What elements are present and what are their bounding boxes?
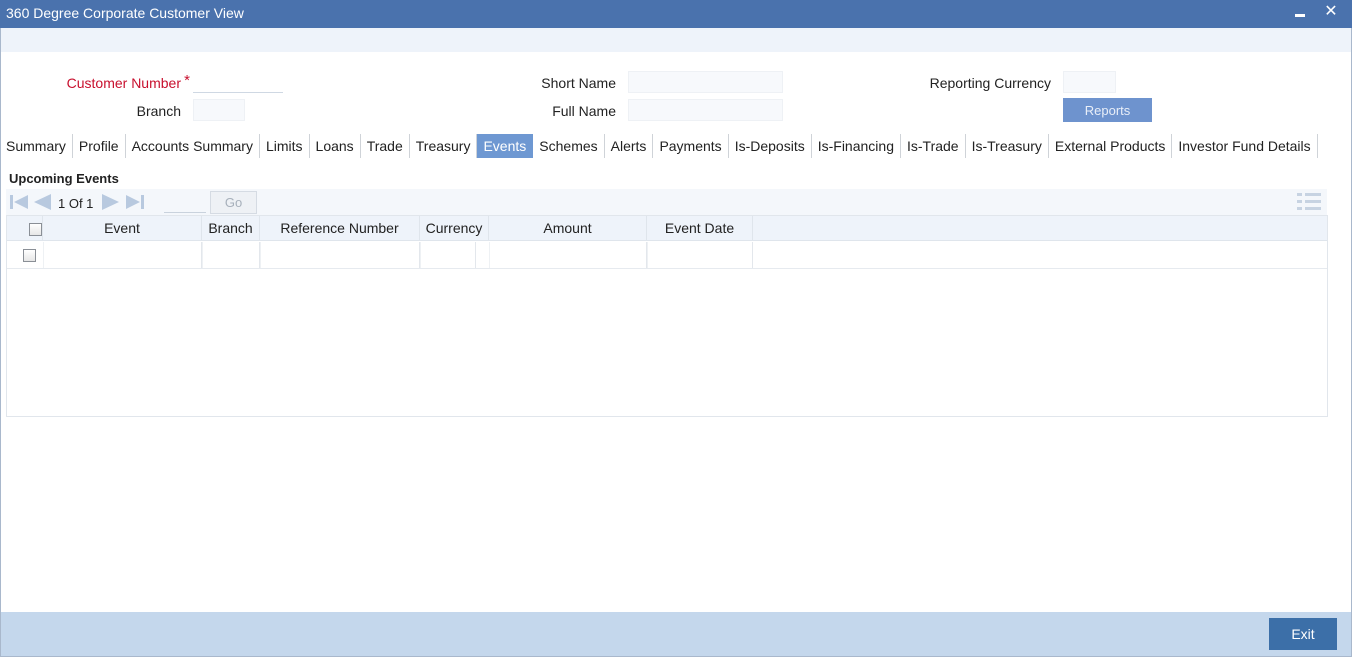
- tab-is-financing[interactable]: Is-Financing: [812, 134, 901, 158]
- grid-header: Event Branch Reference Number Currency A…: [7, 216, 1327, 241]
- close-icon: ✕: [1324, 3, 1338, 20]
- go-button[interactable]: Go: [210, 191, 257, 214]
- tab-profile[interactable]: Profile: [73, 134, 126, 158]
- tab-accounts-summary[interactable]: Accounts Summary: [126, 134, 260, 158]
- tab-bar: Summary Profile Accounts Summary Limits …: [0, 134, 1318, 158]
- event-date-cell[interactable]: [647, 242, 753, 268]
- customer-number-label-text: Customer Number: [66, 75, 181, 91]
- page-number-input[interactable]: [164, 192, 206, 213]
- row-checkbox[interactable]: [23, 249, 36, 262]
- last-page-icon[interactable]: [124, 193, 146, 211]
- minimize-button[interactable]: [1290, 2, 1310, 22]
- tab-is-deposits[interactable]: Is-Deposits: [729, 134, 812, 158]
- tab-limits[interactable]: Limits: [260, 134, 310, 158]
- event-cell[interactable]: [43, 242, 202, 268]
- pager: 1 Of 1 Go: [6, 189, 1327, 215]
- first-page-icon[interactable]: [8, 193, 30, 211]
- previous-page-icon[interactable]: [31, 193, 53, 211]
- page-indicator: 1 Of 1: [58, 196, 94, 211]
- close-button[interactable]: ✕: [1321, 2, 1341, 22]
- tab-trade[interactable]: Trade: [361, 134, 410, 158]
- tab-schemes[interactable]: Schemes: [533, 134, 605, 158]
- col-header-branch[interactable]: Branch: [202, 216, 260, 240]
- tab-external-products[interactable]: External Products: [1049, 134, 1173, 158]
- tab-summary[interactable]: Summary: [0, 134, 73, 158]
- exit-button[interactable]: Exit: [1269, 618, 1337, 650]
- list-view-icon[interactable]: [1296, 192, 1322, 212]
- currency-cell[interactable]: [420, 242, 476, 268]
- tab-investor-fund-details[interactable]: Investor Fund Details: [1172, 134, 1318, 158]
- full-name-input[interactable]: [628, 99, 783, 121]
- short-name-input[interactable]: [628, 71, 783, 93]
- short-name-label: Short Name: [541, 75, 616, 91]
- customer-number-label: Customer Number *: [60, 72, 190, 91]
- header-select-cell: [7, 216, 43, 240]
- col-header-event-date[interactable]: Event Date: [647, 216, 753, 240]
- full-name-label: Full Name: [552, 103, 616, 119]
- amount-cell[interactable]: [489, 242, 647, 268]
- tab-payments[interactable]: Payments: [653, 134, 729, 158]
- reference-number-cell[interactable]: [260, 242, 420, 268]
- tab-is-treasury[interactable]: Is-Treasury: [966, 134, 1049, 158]
- tab-loans[interactable]: Loans: [310, 134, 361, 158]
- col-header-event[interactable]: Event: [43, 216, 202, 240]
- branch-input[interactable]: [193, 99, 245, 121]
- table-row: [7, 241, 1327, 269]
- col-header-currency[interactable]: Currency: [420, 216, 489, 240]
- events-grid: Event Branch Reference Number Currency A…: [6, 215, 1328, 417]
- footer-bar: Exit: [1, 612, 1351, 656]
- minimize-icon: [1295, 14, 1305, 17]
- col-header-reference-number[interactable]: Reference Number: [260, 216, 420, 240]
- tab-is-trade[interactable]: Is-Trade: [901, 134, 966, 158]
- select-all-checkbox[interactable]: [29, 223, 42, 236]
- branch-label: Branch: [136, 103, 181, 119]
- branch-cell[interactable]: [202, 242, 260, 268]
- section-title: Upcoming Events: [9, 171, 119, 186]
- tab-treasury[interactable]: Treasury: [410, 134, 478, 158]
- reporting-currency-input[interactable]: [1063, 71, 1116, 93]
- tab-alerts[interactable]: Alerts: [605, 134, 654, 158]
- reporting-currency-label: Reporting Currency: [929, 75, 1051, 91]
- col-header-amount[interactable]: Amount: [489, 216, 647, 240]
- reports-button[interactable]: Reports: [1063, 98, 1152, 122]
- next-page-icon[interactable]: [100, 193, 122, 211]
- toolbar-strip: [1, 28, 1351, 52]
- title-bar: 360 Degree Corporate Customer View ✕: [0, 0, 1352, 28]
- required-mark: *: [184, 72, 190, 89]
- customer-number-input[interactable]: [193, 71, 283, 93]
- window-title: 360 Degree Corporate Customer View: [6, 5, 244, 21]
- tab-events[interactable]: Events: [477, 134, 534, 158]
